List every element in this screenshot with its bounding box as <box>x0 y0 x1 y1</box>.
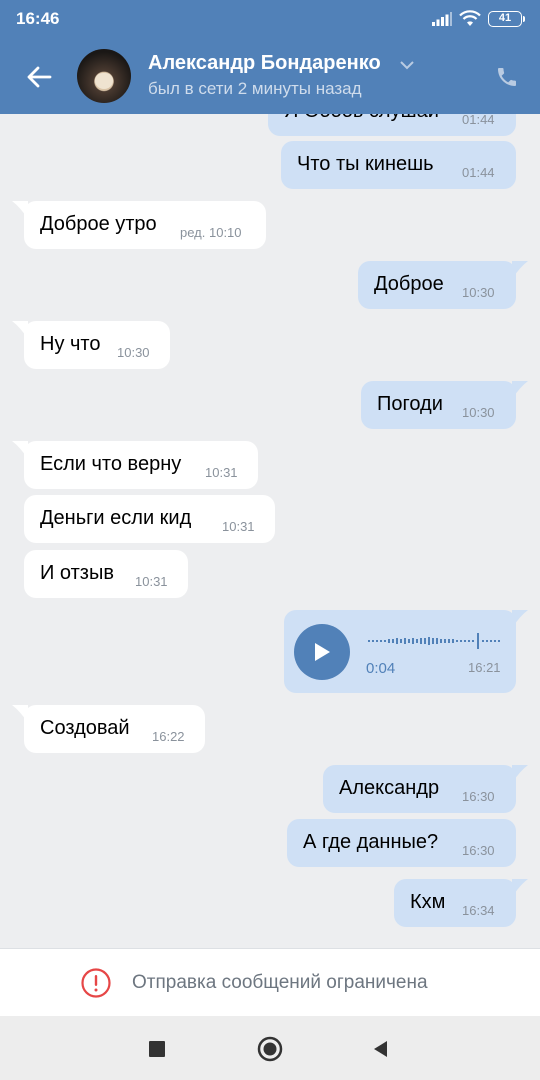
message-bubble[interactable]: Доброе утро ред. 10:10 <box>12 201 266 249</box>
message-time: 10:31 <box>205 465 238 480</box>
contact-name[interactable]: Александр Бондаренко <box>148 52 381 75</box>
message-list[interactable]: Я Ооооь слушаи 01:44 Что ты кинешь 01:44… <box>0 114 540 948</box>
message-time: ред. 10:10 <box>180 225 242 240</box>
messaging-restricted-banner: Отправка сообщений ограничена <box>0 948 540 1016</box>
message-text: Александр <box>339 777 440 799</box>
battery-icon: 41 <box>488 11 525 27</box>
message-time: 10:30 <box>117 345 150 360</box>
circle-home-icon <box>257 1036 283 1062</box>
message-text: Что ты кинешь <box>297 153 434 175</box>
system-back-button[interactable] <box>365 1034 395 1064</box>
exclamation-circle-icon <box>80 967 112 1004</box>
triangle-back-icon <box>374 1041 387 1057</box>
message-time: 01:44 <box>462 165 495 180</box>
waveform[interactable] <box>368 632 502 650</box>
message-text: Доброе <box>374 273 444 295</box>
message-time: 16:30 <box>462 789 495 804</box>
message-time: 16:22 <box>152 729 185 744</box>
message-time: 10:31 <box>222 519 255 534</box>
message-bubble[interactable]: Если что верну 10:31 <box>12 441 258 489</box>
voice-duration: 0:04 <box>366 660 396 677</box>
message-text: Погоди <box>377 393 443 415</box>
recents-button[interactable] <box>142 1034 172 1064</box>
message-time: 01:44 <box>462 114 495 127</box>
play-button[interactable] <box>294 624 350 680</box>
status-bar: 16:46 41 <box>0 0 540 38</box>
message-text: Доброе утро <box>40 213 157 235</box>
message-text: А где данные? <box>303 831 439 853</box>
message-time: 10:31 <box>135 574 168 589</box>
message-bubble[interactable]: Деньги если кид 10:31 <box>24 495 275 543</box>
call-button[interactable] <box>492 62 522 92</box>
message-text: Деньги если кид <box>40 507 192 529</box>
message-time: 10:30 <box>462 285 495 300</box>
message-text: И отзыв <box>40 562 114 584</box>
play-icon <box>315 643 330 661</box>
message-bubble[interactable]: Я Ооооь слушаи 01:44 <box>268 114 516 136</box>
signal-icon <box>432 12 452 31</box>
phone-icon <box>498 68 516 86</box>
message-bubble[interactable]: А где данные? 16:30 <box>287 819 516 867</box>
message-text: Кхм <box>410 891 446 913</box>
message-bubble[interactable]: Погоди 10:30 <box>361 381 528 429</box>
message-text: Создовай <box>40 717 130 739</box>
home-button[interactable] <box>255 1034 285 1064</box>
avatar[interactable] <box>77 49 131 103</box>
message-bubble[interactable]: Ну что 10:30 <box>12 321 170 369</box>
chat-header: 16:46 41 Александр Бондаренко был в сети… <box>0 0 540 114</box>
message-time: 16:30 <box>462 843 495 858</box>
back-button[interactable] <box>20 58 58 96</box>
message-bubble[interactable]: Александр 16:30 <box>323 765 528 813</box>
message-time: 16:34 <box>462 903 495 918</box>
contact-status: был в сети 2 минуты назад <box>148 79 362 98</box>
message-bubble[interactable]: Доброе 10:30 <box>358 261 528 309</box>
voice-message[interactable]: 0:04 16:21 <box>284 610 528 693</box>
message-time: 10:30 <box>462 405 495 420</box>
message-text: Я Ооооь слушаи <box>284 114 439 123</box>
message-bubble[interactable]: И отзыв 10:31 <box>24 550 188 598</box>
message-text: Если что верну <box>40 453 182 475</box>
system-navigation-bar <box>0 1016 540 1080</box>
message-time: 16:21 <box>468 660 501 675</box>
wifi-icon <box>458 9 482 32</box>
arrow-left-icon <box>27 66 52 88</box>
status-time: 16:46 <box>16 9 60 28</box>
message-bubble[interactable]: Создовай 16:22 <box>12 705 205 753</box>
message-bubble[interactable]: Кхм 16:34 <box>394 879 528 927</box>
battery-level: 41 <box>498 12 512 24</box>
square-recents-icon <box>149 1041 165 1057</box>
chevron-down-icon[interactable] <box>400 57 414 75</box>
message-text: Ну что <box>40 333 101 355</box>
message-bubble[interactable]: Что ты кинешь 01:44 <box>281 141 516 189</box>
restriction-text: Отправка сообщений ограничена <box>132 972 428 993</box>
